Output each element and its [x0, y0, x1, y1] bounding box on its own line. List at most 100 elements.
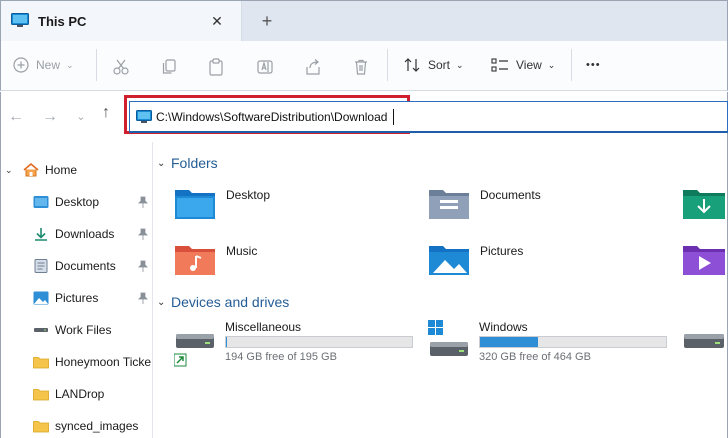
sidebar-item-landrop[interactable]: LANDrop [1, 379, 152, 409]
folder-label: Music [226, 244, 258, 258]
sort-icon [404, 58, 420, 72]
sidebar-item-work-files[interactable]: Work Files [1, 315, 152, 345]
delete-icon[interactable] [352, 55, 370, 79]
sidebar-item-label: Documents [55, 259, 116, 273]
sort-label: Sort [428, 58, 451, 72]
chevron-down-icon: ⌄ [157, 157, 166, 169]
drive-free-space: 194 GB free of 195 GB [225, 351, 337, 363]
sidebar-item-label: Pictures [55, 291, 99, 305]
recent-locations-chevron-icon[interactable]: ⌄ [72, 108, 90, 126]
toolbar-divider [571, 49, 572, 81]
sidebar-item-home[interactable]: ⌄ Home [1, 155, 152, 185]
drive-tile-windows[interactable]: Windows 320 GB free of 464 GB [428, 320, 678, 368]
new-label: New [36, 58, 61, 72]
title-bar: This PC ✕ + [0, 0, 728, 42]
folder-icon [33, 357, 49, 369]
sidebar-item-desktop[interactable]: Desktop [1, 187, 152, 217]
sidebar-item-label: Honeymoon Ticke [55, 355, 152, 369]
monitor-icon [11, 13, 29, 27]
drive-usage-bar [479, 336, 667, 348]
devices-section-header[interactable]: ⌄ Devices and drives [157, 292, 289, 312]
pin-icon[interactable] [138, 196, 148, 208]
pin-icon[interactable] [138, 260, 148, 272]
copy-icon[interactable] [160, 55, 178, 79]
sidebar-item-label: Desktop [55, 195, 100, 209]
pictures-folder-icon [429, 246, 469, 275]
downloads-folder-icon[interactable] [682, 186, 726, 220]
tab-title: This PC [38, 14, 87, 29]
sidebar-item-honeymoon-tickets[interactable]: Honeymoon Ticke [1, 347, 152, 377]
section-title: Devices and drives [171, 294, 290, 310]
drive-name: Windows [479, 320, 528, 334]
sidebar-item-downloads[interactable]: Downloads [1, 219, 152, 249]
chevron-down-icon: ⌄ [547, 59, 556, 70]
text-caret [393, 109, 394, 125]
rename-icon[interactable] [256, 55, 274, 79]
folder-tile-pictures[interactable]: Pictures [428, 242, 523, 282]
sidebar-item-documents[interactable]: Documents [1, 251, 152, 281]
document-icon [34, 259, 48, 273]
chevron-down-icon: ⌄ [157, 296, 166, 308]
sidebar-item-pictures[interactable]: Pictures [1, 283, 152, 313]
command-bar: New ⌄ Sort ⌄ View ⌄ ••• [0, 41, 728, 91]
chevron-down-icon: ⌄ [5, 164, 13, 175]
sidebar-item-label: Home [45, 163, 78, 177]
desktop-folder-icon [175, 190, 215, 219]
view-label: View [516, 58, 542, 72]
pin-icon[interactable] [138, 228, 148, 240]
chevron-down-icon: ⌄ [456, 59, 464, 70]
navigation-pane: ⌄ Home Desktop Downloads Documents Pictu… [0, 142, 153, 438]
back-arrow-icon[interactable]: ← [7, 108, 25, 126]
address-bar[interactable]: C:\Windows\SoftwareDistribution\Download [129, 101, 728, 133]
content-pane: ⌄ Folders Desktop Documents Music Pictur… [153, 142, 728, 438]
cut-icon[interactable] [112, 55, 130, 79]
folders-section-header[interactable]: ⌄ Folders [157, 153, 218, 173]
toolbar-divider [96, 49, 97, 81]
more-options-icon[interactable]: ••• [586, 53, 601, 77]
new-button[interactable]: New ⌄ [13, 53, 74, 77]
forward-arrow-icon[interactable]: → [41, 108, 59, 126]
folder-tile-desktop[interactable]: Desktop [174, 186, 270, 226]
drive-usage-bar [225, 336, 413, 348]
section-title: Folders [171, 155, 218, 171]
hard-drive-icon [174, 334, 214, 367]
new-tab-button[interactable]: + [257, 11, 277, 31]
view-icon [491, 58, 508, 72]
tab-this-pc[interactable]: This PC ✕ [1, 1, 242, 42]
share-icon[interactable] [304, 55, 322, 79]
sidebar-item-label: Downloads [55, 227, 115, 241]
videos-folder-icon[interactable] [682, 242, 726, 276]
documents-folder-icon [429, 190, 469, 219]
hard-drive-icon[interactable] [682, 328, 726, 368]
folder-tile-music[interactable]: Music [174, 242, 257, 282]
download-icon [35, 228, 47, 241]
monitor-icon [136, 110, 152, 123]
chevron-down-icon: ⌄ [66, 59, 74, 70]
close-tab-icon[interactable]: ✕ [207, 11, 227, 31]
drive-name: Miscellaneous [225, 320, 302, 334]
windows-drive-icon [428, 320, 468, 356]
sidebar-item-label: LANDrop [55, 387, 105, 401]
paste-icon[interactable] [207, 55, 225, 79]
picture-icon [33, 291, 49, 305]
music-folder-icon [175, 246, 215, 275]
folder-label: Documents [480, 188, 541, 202]
sidebar-item-synced-images[interactable]: synced_images [1, 411, 152, 438]
folder-icon [33, 389, 49, 401]
sort-button[interactable]: Sort ⌄ [403, 53, 464, 77]
folder-label: Desktop [226, 188, 271, 202]
plus-circle-icon [13, 57, 29, 73]
up-arrow-icon[interactable]: ↑ [97, 104, 115, 122]
folder-label: Pictures [480, 244, 524, 258]
sidebar-item-label: synced_images [55, 419, 139, 433]
folder-icon [33, 421, 49, 433]
drive-free-space: 320 GB free of 464 GB [479, 351, 591, 363]
pin-icon[interactable] [138, 292, 148, 304]
drive-tile-miscellaneous[interactable]: Miscellaneous 194 GB free of 195 GB [174, 320, 424, 368]
address-path: C:\Windows\SoftwareDistribution\Download [156, 110, 388, 124]
drive-usage-fill [480, 337, 538, 347]
folder-tile-documents[interactable]: Documents [428, 186, 541, 226]
view-button[interactable]: View ⌄ [491, 53, 555, 77]
desktop-icon [33, 196, 49, 208]
sidebar-item-label: Work Files [55, 323, 112, 337]
